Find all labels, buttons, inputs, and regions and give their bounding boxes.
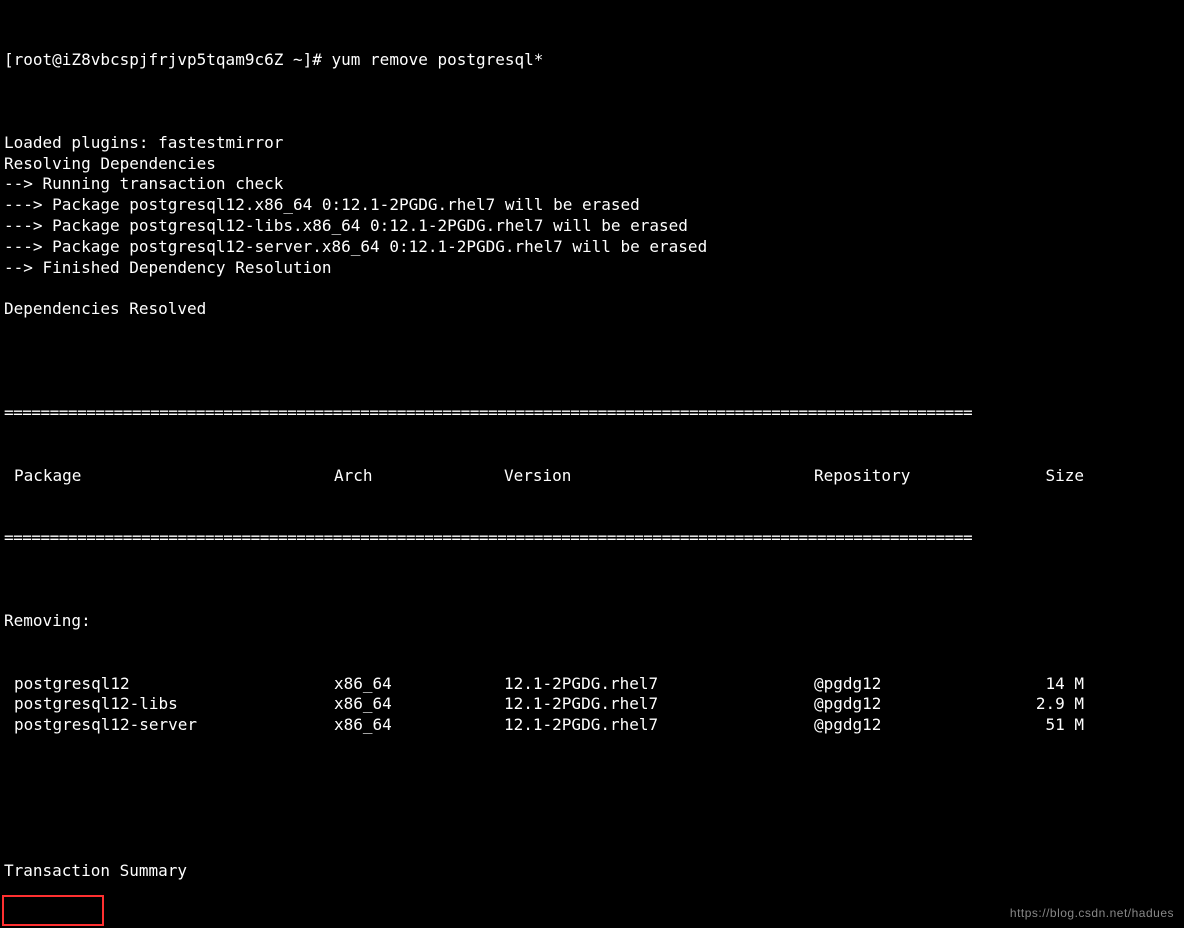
output-line: --> Finished Dependency Resolution — [4, 258, 1180, 279]
header-repository: Repository — [814, 466, 1004, 487]
output-line: ---> Package postgresql12-libs.x86_64 0:… — [4, 216, 1180, 237]
terminal-output[interactable]: [root@iZ8vbcspjfrjvp5tqam9c6Z ~]# yum re… — [0, 0, 1184, 928]
cell-package: postgresql12-libs — [4, 694, 334, 715]
cell-repo: @pgdg12 — [814, 694, 1004, 715]
output-line: Resolving Dependencies — [4, 154, 1180, 175]
shell-command: yum remove postgresql* — [332, 50, 544, 69]
cell-size: 14 M — [1004, 674, 1104, 695]
cell-package: postgresql12 — [4, 674, 334, 695]
transaction-summary-label: Transaction Summary — [4, 861, 1180, 882]
table-row: postgresql12-serverx86_6412.1-2PGDG.rhel… — [4, 715, 1180, 736]
header-size: Size — [1004, 466, 1104, 487]
divider-bottom: ========================================… — [4, 923, 1180, 928]
output-line: --> Running transaction check — [4, 174, 1180, 195]
command-line: [root@iZ8vbcspjfrjvp5tqam9c6Z ~]# yum re… — [4, 50, 1180, 71]
removing-label: Removing: — [4, 611, 1180, 632]
cell-repo: @pgdg12 — [814, 715, 1004, 736]
cell-version: 12.1-2PGDG.rhel7 — [504, 674, 814, 695]
cell-size: 51 M — [1004, 715, 1104, 736]
shell-prompt: [root@iZ8vbcspjfrjvp5tqam9c6Z ~]# — [4, 50, 332, 69]
table-row: postgresql12-libsx86_6412.1-2PGDG.rhel7@… — [4, 694, 1180, 715]
output-line — [4, 320, 1180, 341]
cell-arch: x86_64 — [334, 674, 504, 695]
table-header: Package Arch Version Repository Size — [4, 466, 1180, 487]
cell-size: 2.9 M — [1004, 694, 1104, 715]
divider-mid: ========================================… — [4, 528, 1180, 549]
cell-arch: x86_64 — [334, 715, 504, 736]
watermark: https://blog.csdn.net/hadues — [1010, 906, 1174, 922]
divider-top: ========================================… — [4, 403, 1180, 424]
cell-package: postgresql12-server — [4, 715, 334, 736]
header-version: Version — [504, 466, 814, 487]
cell-version: 12.1-2PGDG.rhel7 — [504, 694, 814, 715]
output-line — [4, 278, 1180, 299]
output-line: ---> Package postgresql12-server.x86_64 … — [4, 237, 1180, 258]
output-line: Dependencies Resolved — [4, 299, 1180, 320]
output-line: ---> Package postgresql12.x86_64 0:12.1-… — [4, 195, 1180, 216]
table-row: postgresql12x86_6412.1-2PGDG.rhel7@pgdg1… — [4, 674, 1180, 695]
header-arch: Arch — [334, 466, 504, 487]
header-package: Package — [4, 466, 334, 487]
cell-arch: x86_64 — [334, 694, 504, 715]
cell-version: 12.1-2PGDG.rhel7 — [504, 715, 814, 736]
cell-repo: @pgdg12 — [814, 674, 1004, 695]
output-line: Loaded plugins: fastestmirror — [4, 133, 1180, 154]
